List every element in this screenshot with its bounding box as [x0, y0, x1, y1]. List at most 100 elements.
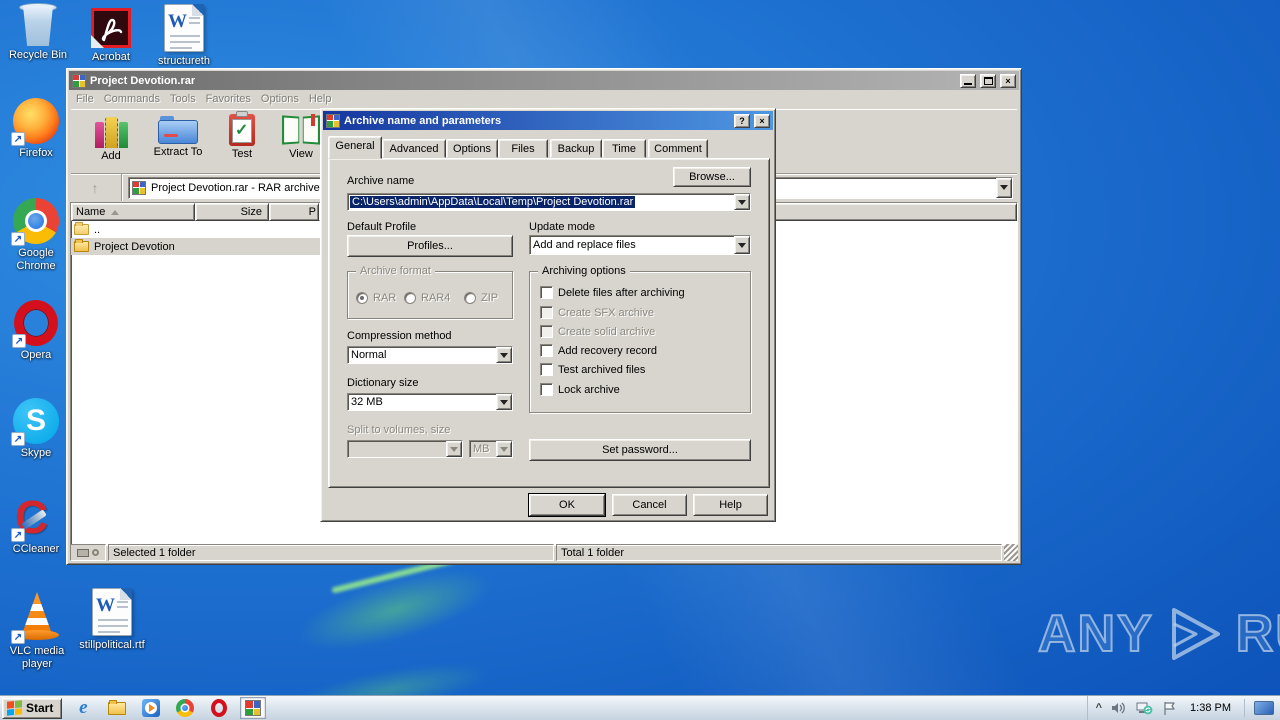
- column-size[interactable]: Size: [195, 203, 269, 221]
- desktop-icon-vlc[interactable]: ↗ VLC media player: [4, 592, 70, 671]
- dictionary-dropdown-button[interactable]: [496, 394, 512, 410]
- desktop-icon-firefox[interactable]: ↗ Firefox: [6, 98, 66, 160]
- checkbox-icon[interactable]: [540, 383, 553, 396]
- split-unit-dropdown-button: [496, 441, 512, 457]
- winrar-app-icon: [72, 73, 86, 88]
- tab-general[interactable]: General: [328, 136, 382, 159]
- radio-button-icon[interactable]: [464, 292, 476, 304]
- toolbar-test-button[interactable]: ✓ Test: [217, 110, 267, 173]
- checkbox-lock-archive[interactable]: Lock archive: [540, 383, 620, 396]
- tab-files[interactable]: Files: [498, 139, 548, 158]
- checkbox-icon[interactable]: [540, 363, 553, 376]
- archive-name-dropdown-button[interactable]: [734, 194, 750, 210]
- desktop-icon-opera[interactable]: ↗ Opera: [6, 300, 66, 362]
- checkbox-icon: [540, 306, 553, 319]
- system-tray: ^ 1:38 PM: [1086, 696, 1280, 720]
- tab-comment[interactable]: Comment: [648, 139, 708, 158]
- set-password-button[interactable]: Set password...: [529, 439, 751, 461]
- column-packed[interactable]: P: [269, 203, 319, 221]
- dialog-close-button[interactable]: ×: [754, 113, 770, 128]
- desktop-icon-skype[interactable]: S ↗ Skype: [6, 398, 66, 460]
- vlc-icon: ↗: [11, 592, 61, 644]
- cancel-button[interactable]: Cancel: [612, 494, 687, 516]
- checkbox-delete-files-after-archiving[interactable]: Delete files after archiving: [540, 286, 685, 299]
- tab-time[interactable]: Time: [602, 139, 646, 158]
- menu-help[interactable]: Help: [304, 91, 337, 108]
- status-total: Total 1 folder: [556, 544, 1002, 561]
- archiving-options-legend: Archiving options: [538, 265, 630, 277]
- help-button[interactable]: Help: [693, 494, 768, 516]
- split-dropdown-button: [446, 441, 462, 457]
- ccleaner-icon: C ↗: [11, 491, 59, 543]
- tab-backup[interactable]: Backup: [550, 139, 602, 158]
- minimize-button[interactable]: [960, 73, 976, 88]
- winrar-titlebar[interactable]: Project Devotion.rar ×: [69, 71, 1019, 90]
- update-mode-combobox[interactable]: Add and replace files: [529, 235, 751, 255]
- clock[interactable]: 1:38 PM: [1186, 702, 1235, 714]
- recycle-bin-icon: [19, 3, 57, 46]
- winrar-menubar: File Commands Tools Favorites Options He…: [71, 91, 1017, 108]
- toolbar-extract-to-button[interactable]: Extract To: [145, 110, 211, 173]
- tab-advanced[interactable]: Advanced: [382, 139, 446, 158]
- desktop-icon-structureth[interactable]: W structureth: [152, 4, 216, 68]
- update-mode-label: Update mode: [529, 221, 596, 233]
- add-archive-icon: [94, 114, 128, 148]
- taskbar-explorer-icon[interactable]: [104, 697, 130, 719]
- help-context-button[interactable]: ?: [734, 113, 750, 128]
- volume-icon[interactable]: [1111, 701, 1127, 715]
- compression-method-combobox[interactable]: Normal: [347, 346, 513, 364]
- checkbox-icon[interactable]: [540, 286, 553, 299]
- desktop-icon-acrobat[interactable]: Acrobat: [82, 8, 140, 64]
- network-icon[interactable]: [1136, 701, 1153, 716]
- checkbox-test-archived-files[interactable]: Test archived files: [540, 363, 645, 376]
- radio-button-icon[interactable]: [404, 292, 416, 304]
- desktop-icon-google-chrome[interactable]: ↗ Google Chrome: [6, 198, 66, 273]
- radio-button-icon[interactable]: [356, 292, 368, 304]
- taskbar-opera-icon[interactable]: [206, 697, 232, 719]
- taskbar-chrome-icon[interactable]: [172, 697, 198, 719]
- taskbar-ie-icon[interactable]: e: [70, 697, 96, 719]
- folder-icon: [74, 239, 89, 252]
- column-name[interactable]: Name: [71, 203, 195, 221]
- winrar-file-icon: [132, 180, 146, 195]
- winrar-statusbar: Selected 1 folder Total 1 folder: [70, 544, 1018, 561]
- menu-options[interactable]: Options: [256, 91, 304, 108]
- compression-dropdown-button[interactable]: [496, 347, 512, 363]
- menu-file[interactable]: File: [71, 91, 99, 108]
- browse-button[interactable]: Browse...: [673, 167, 751, 187]
- profiles-button[interactable]: Profiles...: [347, 235, 513, 257]
- toolbar-add-button[interactable]: Add: [83, 110, 139, 173]
- dictionary-size-combobox[interactable]: 32 MB: [347, 393, 513, 411]
- address-dropdown-button[interactable]: [996, 177, 1012, 198]
- taskbar-winrar-button[interactable]: [240, 697, 267, 719]
- archive-name-combobox[interactable]: C:\Users\admin\AppData\Local\Temp\Projec…: [347, 193, 751, 211]
- tray-expand-icon[interactable]: ^: [1096, 702, 1102, 714]
- show-desktop-monitor-icon[interactable]: [1254, 701, 1274, 715]
- radio-zip[interactable]: ZIP: [464, 292, 498, 304]
- menu-commands[interactable]: Commands: [99, 91, 165, 108]
- close-button[interactable]: ×: [1000, 73, 1016, 88]
- desktop-icon-stillpolitical-rtf[interactable]: W stillpolitical.rtf: [76, 588, 148, 652]
- archive-dialog: Archive name and parameters ? × General …: [320, 108, 776, 522]
- radio-rar4[interactable]: RAR4: [404, 292, 450, 304]
- ok-button[interactable]: OK: [528, 493, 606, 517]
- radio-rar[interactable]: RAR: [356, 292, 396, 304]
- resize-grip[interactable]: [1004, 544, 1018, 561]
- update-mode-dropdown-button[interactable]: [734, 236, 750, 254]
- action-center-flag-icon[interactable]: [1162, 701, 1177, 716]
- split-unit-value: MB: [473, 443, 490, 455]
- chevron-down-icon: [738, 242, 746, 252]
- taskbar-wmp-icon[interactable]: [138, 697, 164, 719]
- start-button[interactable]: Start: [2, 697, 63, 719]
- up-one-level-button[interactable]: ↑: [75, 176, 115, 199]
- maximize-button[interactable]: [980, 73, 996, 88]
- checkbox-icon[interactable]: [540, 344, 553, 357]
- checkbox-add-recovery-record[interactable]: Add recovery record: [540, 344, 657, 357]
- menu-favorites[interactable]: Favorites: [201, 91, 256, 108]
- desktop-icon-ccleaner[interactable]: C ↗ CCleaner: [6, 491, 66, 556]
- dialog-titlebar[interactable]: Archive name and parameters ? ×: [323, 111, 773, 130]
- list-item-project-devotion[interactable]: Project Devotion: [71, 238, 321, 255]
- menu-tools[interactable]: Tools: [165, 91, 201, 108]
- tab-options[interactable]: Options: [446, 139, 498, 158]
- desktop-icon-recycle-bin[interactable]: Recycle Bin: [6, 3, 70, 62]
